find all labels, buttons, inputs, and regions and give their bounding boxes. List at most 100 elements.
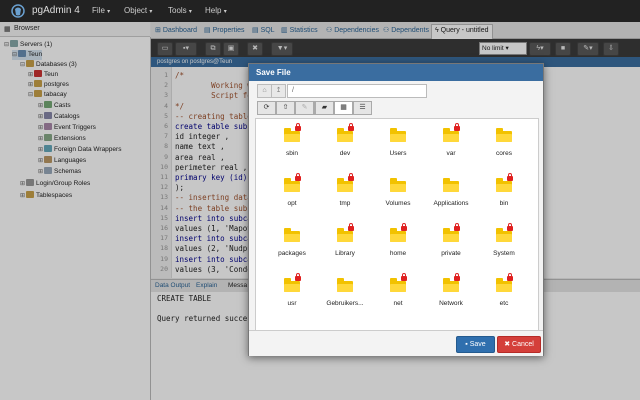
file-item[interactable]: var: [425, 123, 477, 169]
list-view-icon[interactable]: ☰: [353, 101, 372, 115]
folder-icon: [443, 278, 459, 292]
folder-icon: [496, 228, 512, 242]
file-item[interactable]: Volumes: [372, 177, 424, 219]
folder-icon: [496, 128, 512, 142]
lock-icon: [507, 273, 513, 281]
folder-icon: [337, 228, 353, 242]
file-grid: sbin dev Users var cores opt tmp Volumes Applica…: [255, 118, 539, 332]
file-item[interactable]: System: [478, 223, 530, 269]
file-name: Gebruikers...: [326, 300, 364, 307]
file-item[interactable]: etc: [478, 273, 530, 319]
file-item[interactable]: dev: [319, 123, 371, 169]
lock-icon: [401, 223, 407, 231]
file-item[interactable]: private: [425, 223, 477, 269]
file-name: net: [393, 300, 403, 307]
file-name: var: [446, 150, 456, 157]
folder-icon: [284, 178, 300, 192]
save-file-dialog: Save File ⌂ ↥ / ⟳ ⇧ ✎ 🗑 ▰ ▦ ☰ sbindevUse…: [248, 63, 544, 356]
file-item[interactable]: cores: [478, 127, 530, 169]
file-item[interactable]: Gebruikers...: [319, 277, 371, 319]
file-name: opt: [287, 200, 297, 207]
file-item[interactable]: packages: [266, 227, 318, 269]
file-item[interactable]: opt: [266, 173, 318, 219]
file-name: dev: [339, 150, 351, 157]
file-name: usr: [287, 300, 297, 307]
file-name: System: [493, 250, 515, 257]
folder-icon: [390, 278, 406, 292]
dialog-title: Save File: [256, 68, 291, 77]
file-name: Volumes: [385, 200, 411, 207]
file-name: home: [389, 250, 407, 257]
menu-help[interactable]: Help ▾: [205, 6, 227, 15]
lock-icon: [348, 123, 354, 131]
lock-icon: [454, 123, 460, 131]
menu-tools[interactable]: Tools ▾: [168, 6, 192, 15]
new-folder-icon[interactable]: ▰: [315, 101, 334, 115]
file-item[interactable]: Users: [372, 127, 424, 169]
file-item[interactable]: tmp: [319, 173, 371, 219]
grid-view-icon[interactable]: ▦: [334, 101, 353, 115]
folder-icon: [390, 178, 406, 192]
top-navbar: pgAdmin 4 File ▾ Object ▾ Tools ▾ Help ▾: [0, 0, 640, 22]
lock-icon: [507, 223, 513, 231]
level-up-icon[interactable]: ↥: [271, 84, 286, 98]
cancel-button[interactable]: ✖ Cancel: [497, 336, 541, 353]
folder-icon: [337, 278, 353, 292]
close-icon: ✖: [504, 341, 511, 348]
folder-icon: [390, 128, 406, 142]
folder-icon: [284, 128, 300, 142]
file-name: Applications: [433, 200, 469, 207]
file-name: sbin: [286, 150, 298, 157]
file-item[interactable]: Network: [425, 273, 477, 319]
folder-icon: [496, 178, 512, 192]
lock-icon: [401, 273, 407, 281]
file-item[interactable]: Applications: [425, 177, 477, 219]
lock-icon: [454, 273, 460, 281]
file-item[interactable]: net: [372, 273, 424, 319]
folder-icon: [496, 278, 512, 292]
file-item[interactable]: home: [372, 223, 424, 269]
folder-icon: [443, 128, 459, 142]
lock-icon: [348, 173, 354, 181]
dialog-header: Save File: [249, 64, 543, 81]
pgadmin-elephant-logo: [11, 4, 25, 18]
lock-icon: [348, 223, 354, 231]
file-name: bin: [499, 200, 509, 207]
file-name: packages: [278, 250, 306, 257]
file-name: Library: [335, 250, 355, 257]
folder-icon: [284, 278, 300, 292]
file-name: Users: [389, 150, 407, 157]
upload-icon[interactable]: ⇧: [276, 101, 295, 115]
folder-icon: [443, 228, 459, 242]
file-name: etc: [499, 300, 509, 307]
file-item[interactable]: bin: [478, 173, 530, 219]
folder-icon: [337, 178, 353, 192]
file-name: tmp: [339, 200, 351, 207]
home-icon[interactable]: ⌂: [257, 84, 272, 98]
folder-icon: [443, 178, 459, 192]
folder-icon: [390, 228, 406, 242]
lock-icon: [295, 273, 301, 281]
lock-icon: [454, 223, 460, 231]
file-name: Network: [439, 300, 463, 307]
path-row: ⌂ ↥ /: [257, 84, 535, 98]
menu-file[interactable]: File ▾: [92, 6, 110, 15]
lock-icon: [295, 123, 301, 131]
save-icon: ▪: [465, 341, 468, 348]
path-input[interactable]: /: [287, 84, 427, 98]
lock-icon: [507, 173, 513, 181]
file-item[interactable]: Library: [319, 223, 371, 269]
app-title: pgAdmin 4: [32, 5, 80, 16]
refresh-icon[interactable]: ⟳: [257, 101, 276, 115]
save-button[interactable]: ▪ Save: [456, 336, 495, 353]
lock-icon: [295, 173, 301, 181]
menu-object[interactable]: Object ▾: [124, 6, 152, 15]
file-item[interactable]: sbin: [266, 123, 318, 169]
folder-icon: [337, 128, 353, 142]
file-name: cores: [496, 150, 512, 157]
folder-icon: [284, 228, 300, 242]
file-name: private: [441, 250, 461, 257]
rename-icon[interactable]: ✎: [295, 101, 314, 115]
file-item[interactable]: usr: [266, 273, 318, 319]
dialog-footer: ▪ Save ✖ Cancel: [249, 330, 543, 356]
